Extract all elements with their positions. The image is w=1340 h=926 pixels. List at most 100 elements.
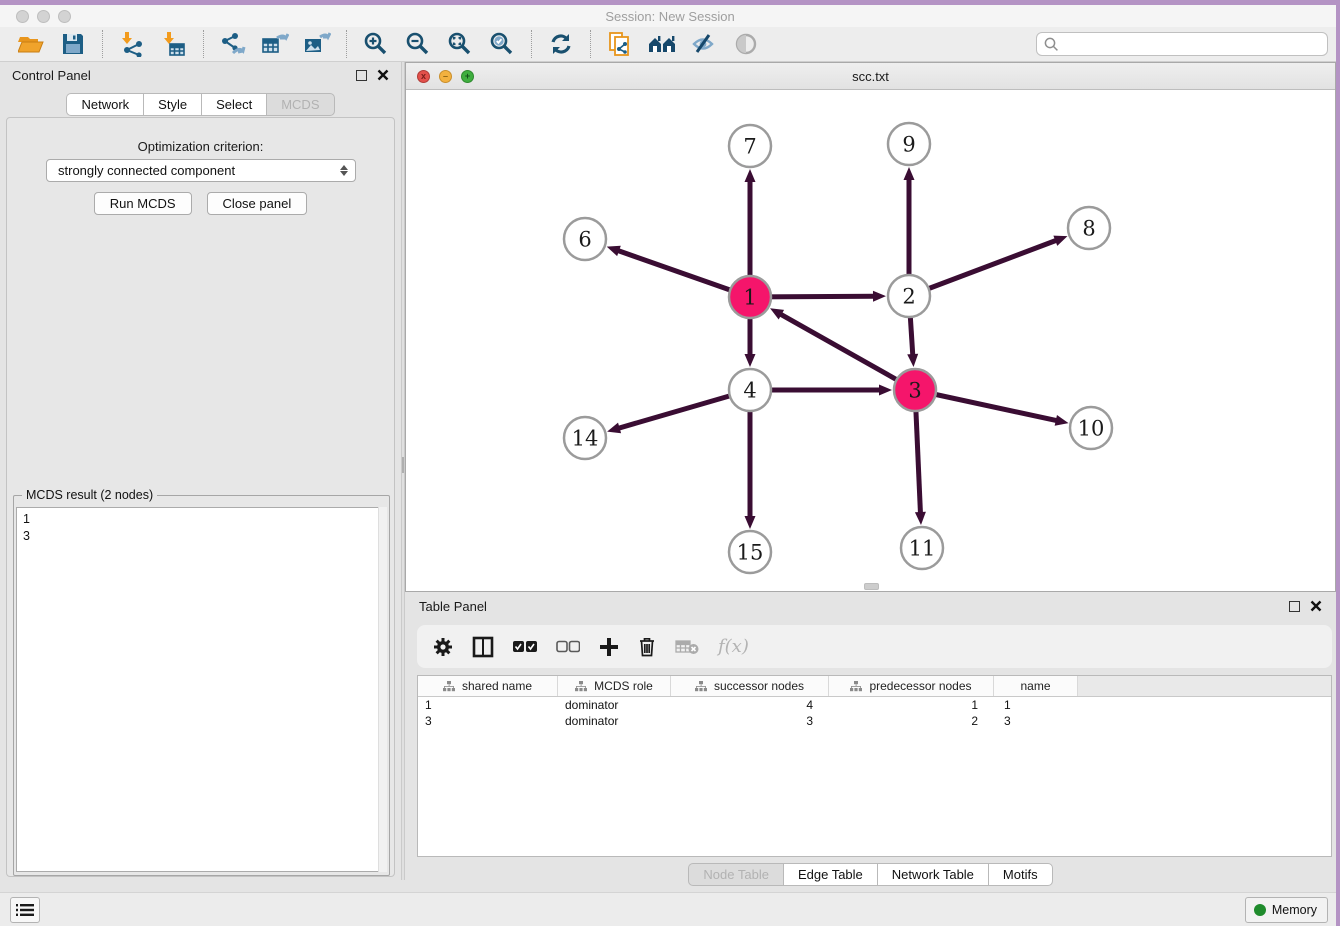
tab-network-table[interactable]: Network Table [877, 863, 988, 886]
tab-mcds[interactable]: MCDS [266, 93, 334, 116]
refresh-layout-icon[interactable] [546, 29, 576, 59]
frame-zoom-icon[interactable]: + [461, 70, 474, 83]
column-type-icon [850, 681, 862, 692]
network-canvas[interactable]: 7968124314101511 [406, 90, 1335, 591]
zoom-out-icon[interactable] [403, 29, 433, 59]
frame-close-icon[interactable]: x [417, 70, 430, 83]
edge-arrowhead [873, 291, 886, 302]
tab-motifs[interactable]: Motifs [988, 863, 1053, 886]
close-panel-icon[interactable] [377, 69, 389, 81]
memory-status-icon [1254, 904, 1266, 916]
first-neighbors-icon[interactable] [647, 29, 677, 59]
float-panel-icon[interactable] [1289, 601, 1300, 612]
column-header-mcds-role[interactable]: MCDS role [558, 676, 671, 696]
column-header-name[interactable]: name [994, 676, 1078, 696]
optimization-criterion-dropdown[interactable]: strongly connected component [46, 159, 356, 182]
eye-icon[interactable] [731, 29, 761, 59]
node-label-8: 8 [1082, 217, 1095, 241]
edge-arrowhead [607, 246, 621, 256]
column-header-successor-nodes[interactable]: successor nodes [671, 676, 829, 696]
search-field[interactable] [1036, 32, 1328, 56]
tab-style[interactable]: Style [143, 93, 201, 116]
save-icon[interactable] [58, 29, 88, 59]
task-history-button[interactable] [10, 897, 40, 923]
chevron-updown-icon [340, 165, 348, 176]
node-label-3: 3 [908, 379, 921, 403]
tab-network[interactable]: Network [66, 93, 143, 116]
edge-arrowhead [745, 169, 756, 182]
deselect-checkboxes-icon[interactable] [556, 634, 580, 660]
edge-arrowhead [907, 354, 918, 367]
search-icon [1043, 36, 1060, 53]
window-frame-top [0, 0, 1340, 5]
column-layout-icon[interactable] [472, 634, 494, 660]
select-all-checkboxes-icon[interactable] [513, 634, 537, 660]
node-label-4: 4 [743, 379, 756, 403]
export-image-icon[interactable] [302, 29, 332, 59]
tab-edge-table[interactable]: Edge Table [783, 863, 877, 886]
delete-table-icon[interactable] [675, 634, 699, 660]
zoom-selected-icon[interactable] [487, 29, 517, 59]
close-panel-icon[interactable] [1310, 600, 1322, 612]
float-panel-icon[interactable] [356, 70, 367, 81]
edge-3-1[interactable] [780, 314, 915, 390]
network-window-titlebar[interactable]: x – + scc.txt [406, 63, 1335, 90]
column-header-shared-name[interactable]: shared name [418, 676, 558, 696]
result-scrollbar[interactable] [378, 507, 387, 872]
add-column-icon[interactable] [599, 634, 619, 660]
window-title: Session: New Session [0, 9, 1340, 24]
toolbar-separator [531, 30, 532, 58]
edge-arrowhead [607, 423, 621, 434]
network-from-selection-icon[interactable] [605, 29, 635, 59]
import-network-icon[interactable] [117, 29, 147, 59]
search-input[interactable] [1060, 34, 1327, 54]
table-row[interactable]: 1 dominator 4 1 1 [418, 697, 1331, 713]
mcds-panel-body: Optimization criterion: strongly connect… [6, 117, 395, 877]
edge-arrowhead [745, 516, 756, 529]
canvas-scrollbar-thumb[interactable] [864, 583, 879, 590]
frame-minimize-icon[interactable]: – [439, 70, 452, 83]
node-table[interactable]: shared name MCDS role successor nodes pr… [417, 675, 1332, 857]
edge-arrowhead [1055, 415, 1069, 426]
toolbar-separator [203, 30, 204, 58]
node-label-11: 11 [909, 537, 936, 561]
column-header-predecessor-nodes[interactable]: predecessor nodes [829, 676, 994, 696]
table-header-row: shared name MCDS role successor nodes pr… [418, 676, 1331, 697]
window-frame-right [1336, 0, 1340, 926]
list-icon [16, 903, 34, 917]
zoom-fit-icon[interactable] [445, 29, 475, 59]
edge-2-8[interactable] [909, 240, 1057, 296]
gear-icon[interactable] [433, 634, 453, 660]
tab-select[interactable]: Select [201, 93, 266, 116]
show-graphics-details-icon[interactable] [689, 29, 719, 59]
toolbar-separator [346, 30, 347, 58]
toolbar-separator [590, 30, 591, 58]
memory-button[interactable]: Memory [1245, 897, 1328, 923]
function-builder-icon[interactable]: f(x) [718, 634, 749, 660]
column-header-filler [1078, 676, 1331, 696]
node-label-1: 1 [743, 286, 756, 310]
run-mcds-button[interactable]: Run MCDS [94, 192, 192, 215]
export-table-icon[interactable] [260, 29, 290, 59]
table-row[interactable]: 3 dominator 3 2 3 [418, 713, 1331, 729]
mcds-result-area[interactable]: 1 3 [16, 507, 387, 872]
status-bar: Memory [0, 892, 1340, 926]
tab-node-table[interactable]: Node Table [688, 863, 783, 886]
table-tabs: Node Table Edge Table Network Table Moti… [405, 863, 1336, 886]
edge-arrowhead [745, 354, 756, 367]
delete-column-icon[interactable] [638, 634, 656, 660]
open-folder-icon[interactable] [16, 29, 46, 59]
import-table-icon[interactable] [159, 29, 189, 59]
close-panel-button[interactable]: Close panel [207, 192, 308, 215]
main-toolbar [0, 27, 1340, 62]
table-panel: Table Panel f(x) sha [405, 592, 1336, 892]
node-label-2: 2 [902, 285, 915, 309]
column-type-icon [575, 681, 587, 692]
mcds-result-line: 1 [23, 511, 380, 528]
zoom-in-icon[interactable] [361, 29, 391, 59]
control-panel-title: Control Panel [12, 68, 91, 83]
table-toolbar: f(x) [417, 625, 1332, 668]
export-network-icon[interactable] [218, 29, 248, 59]
mcds-result-title: MCDS result (2 nodes) [22, 488, 157, 502]
node-label-7: 7 [743, 135, 756, 159]
